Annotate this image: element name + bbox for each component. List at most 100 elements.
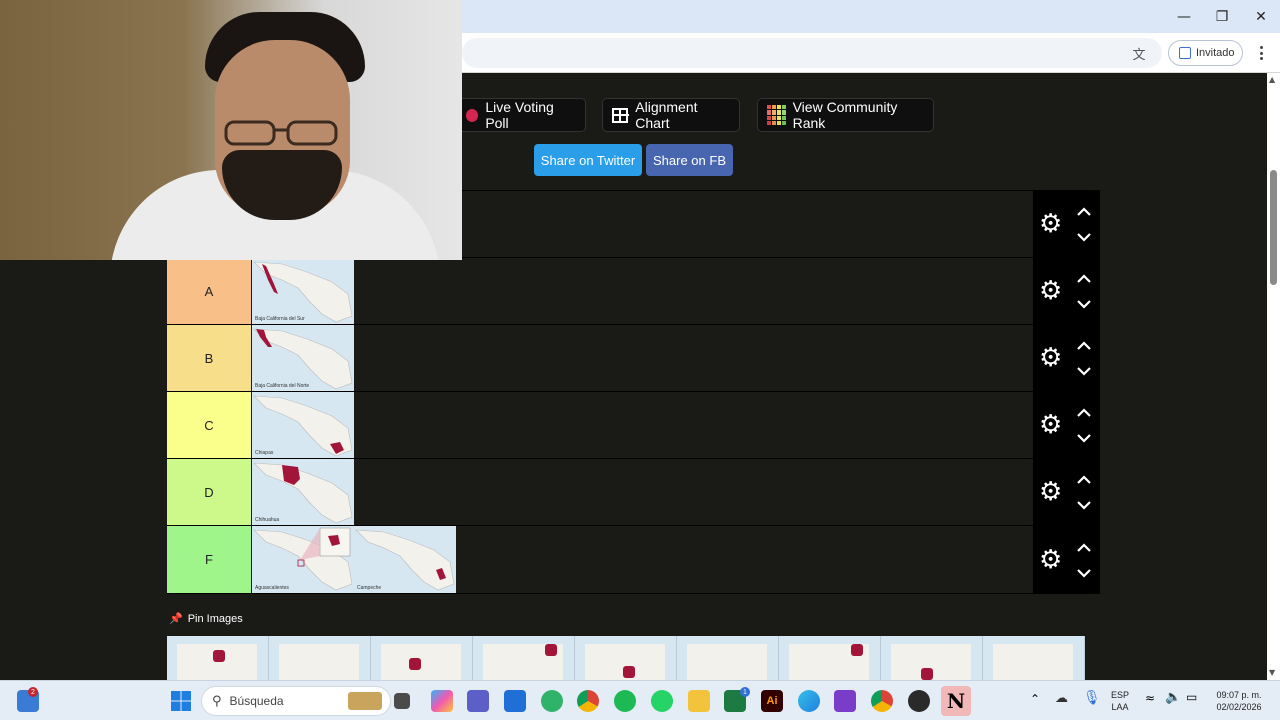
tier-row-a: A Baja California del Sur ⚙ <box>167 257 1100 324</box>
scrollbar-thumb[interactable] <box>1270 170 1277 285</box>
map-tile[interactable]: Campeche <box>354 526 456 593</box>
gear-icon[interactable]: ⚙ <box>1039 211 1062 237</box>
gear-icon[interactable]: ⚙ <box>1039 547 1062 573</box>
gear-icon[interactable]: ⚙ <box>1039 278 1062 304</box>
spotify-icon[interactable] <box>614 690 636 712</box>
money-app-icon[interactable] <box>541 690 563 712</box>
mexico-map-icon <box>253 261 353 323</box>
chrome-icon[interactable] <box>577 690 599 712</box>
battery-icon[interactable]: ▭ <box>1186 690 1197 704</box>
chevron-up-icon[interactable]: ⌃ <box>1030 692 1040 706</box>
glasses-shape <box>224 120 338 146</box>
screen-capture-icon[interactable] <box>834 690 856 712</box>
tier-label-c[interactable]: C <box>167 392 251 458</box>
map-caption: Baja California del Sur <box>255 316 305 322</box>
pool-image[interactable] <box>371 636 473 680</box>
scroll-down-icon[interactable]: ▼ <box>1269 668 1275 677</box>
teams-icon[interactable] <box>467 690 489 712</box>
gear-icon[interactable]: ⚙ <box>1039 412 1062 438</box>
view-community-rank-button[interactable]: View Community Rank <box>757 98 934 132</box>
unranked-image-pool <box>167 636 1085 680</box>
map-caption: Baja California del Norte <box>255 383 310 389</box>
address-bar[interactable] <box>462 38 1162 68</box>
page-scrollbar[interactable]: ▲ ▼ <box>1267 73 1280 680</box>
gear-icon[interactable]: ⚙ <box>1039 479 1062 505</box>
tier-label-d[interactable]: D <box>167 459 251 525</box>
chevron-up-icon[interactable] <box>1075 337 1093 355</box>
map-caption: Aguascalientes <box>255 585 289 591</box>
chevron-up-icon[interactable] <box>1075 404 1093 422</box>
chevron-down-icon[interactable] <box>1075 564 1093 582</box>
pool-image[interactable] <box>983 636 1085 680</box>
pool-image[interactable] <box>779 636 881 680</box>
keyboard-layout: LAA <box>1111 702 1129 712</box>
task-view-icon[interactable] <box>394 693 410 709</box>
whatsapp-icon[interactable] <box>651 690 673 712</box>
webcam-overlay <box>0 0 462 260</box>
gear-icon[interactable]: ⚙ <box>1039 345 1062 371</box>
illustrator-icon[interactable]: Ai <box>761 690 783 712</box>
tier-label-a[interactable]: A <box>167 258 251 324</box>
tier-label-b[interactable]: B <box>167 325 251 391</box>
pool-image[interactable] <box>881 636 983 680</box>
chevron-down-icon[interactable] <box>1075 429 1093 447</box>
tier-label-f[interactable]: F <box>167 526 251 593</box>
chevron-up-icon[interactable] <box>1075 471 1093 489</box>
close-button[interactable]: ✕ <box>1242 0 1280 33</box>
more-options-icon[interactable] <box>1255 43 1267 63</box>
pool-image[interactable] <box>575 636 677 680</box>
chrome-active-icon[interactable] <box>871 690 893 712</box>
clock[interactable]: 09:07 p. m. 02/02/2026 <box>1208 689 1270 713</box>
taskbar: 2 ⚲ Búsqueda 1 Ai N ⌃ ☁ 🎙 ESP LAA ≈ 🔈 ▭ … <box>0 680 1280 720</box>
scroll-up-icon[interactable]: ▲ <box>1269 75 1275 84</box>
chevron-up-icon[interactable] <box>1075 539 1093 557</box>
wifi-icon[interactable]: ≈ <box>1145 691 1155 705</box>
map-caption: Chihuahua <box>255 517 280 523</box>
chevron-down-icon[interactable] <box>1075 295 1093 313</box>
map-tile[interactable]: Baja California del Sur <box>252 258 354 324</box>
restore-button[interactable]: ❐ <box>1203 0 1241 33</box>
share-twitter-button[interactable]: Share on Twitter <box>534 144 642 176</box>
clock-date: 02/02/2026 <box>1216 702 1262 712</box>
map-tile[interactable]: Chiapas <box>252 392 354 458</box>
language-indicator[interactable]: ESP LAA <box>1108 689 1132 713</box>
share-facebook-button[interactable]: Share on FB <box>646 144 733 176</box>
microphone-icon[interactable]: 🎙 <box>1083 690 1101 706</box>
taskbar-search[interactable]: ⚲ Búsqueda <box>201 686 391 716</box>
volume-icon[interactable]: 🔈 <box>1165 690 1181 705</box>
translate-icon[interactable]: 文 <box>1130 44 1148 63</box>
pool-image[interactable] <box>167 636 269 680</box>
widgets-badge: 2 <box>28 687 38 697</box>
notion-app-icon[interactable]: N <box>941 686 971 716</box>
pool-image[interactable] <box>677 636 779 680</box>
edge-icon[interactable] <box>798 690 820 712</box>
profile-button[interactable]: Invitado <box>1168 40 1243 66</box>
pin-images-toggle[interactable]: 📌 Pin Images <box>169 612 243 625</box>
pool-image[interactable] <box>269 636 371 680</box>
tier-controls: ⚙ <box>1033 191 1100 257</box>
chevron-up-icon[interactable] <box>1075 203 1093 221</box>
minimize-button[interactable]: — <box>1165 0 1203 33</box>
obs-icon[interactable] <box>908 690 930 712</box>
alignment-chart-label: Alignment Chart <box>635 99 698 131</box>
mosaic-icon <box>767 105 786 125</box>
live-voting-poll-button[interactable]: Live Voting Poll <box>457 98 586 132</box>
map-tile[interactable]: Chihuahua <box>252 459 354 525</box>
pool-image[interactable] <box>473 636 575 680</box>
windows-start-icon[interactable] <box>170 690 192 712</box>
chevron-up-icon[interactable] <box>1075 270 1093 288</box>
mexico-map-icon <box>355 529 455 591</box>
tier-controls: ⚙ <box>1033 325 1100 391</box>
chevron-down-icon[interactable] <box>1075 228 1093 246</box>
sync-off-icon[interactable]: ☁ <box>1055 691 1068 706</box>
file-explorer-icon[interactable] <box>688 690 710 712</box>
map-tile[interactable]: Aguascalientes <box>252 526 354 593</box>
alignment-chart-button[interactable]: Alignment Chart <box>602 98 740 132</box>
map-tile[interactable]: Baja California del Norte <box>252 325 354 391</box>
copilot-icon[interactable] <box>431 690 453 712</box>
tier-controls: ⚙ <box>1033 526 1100 593</box>
pushpin-icon: 📌 <box>169 612 183 625</box>
store-icon[interactable] <box>504 690 526 712</box>
chevron-down-icon[interactable] <box>1075 496 1093 514</box>
chevron-down-icon[interactable] <box>1075 362 1093 380</box>
